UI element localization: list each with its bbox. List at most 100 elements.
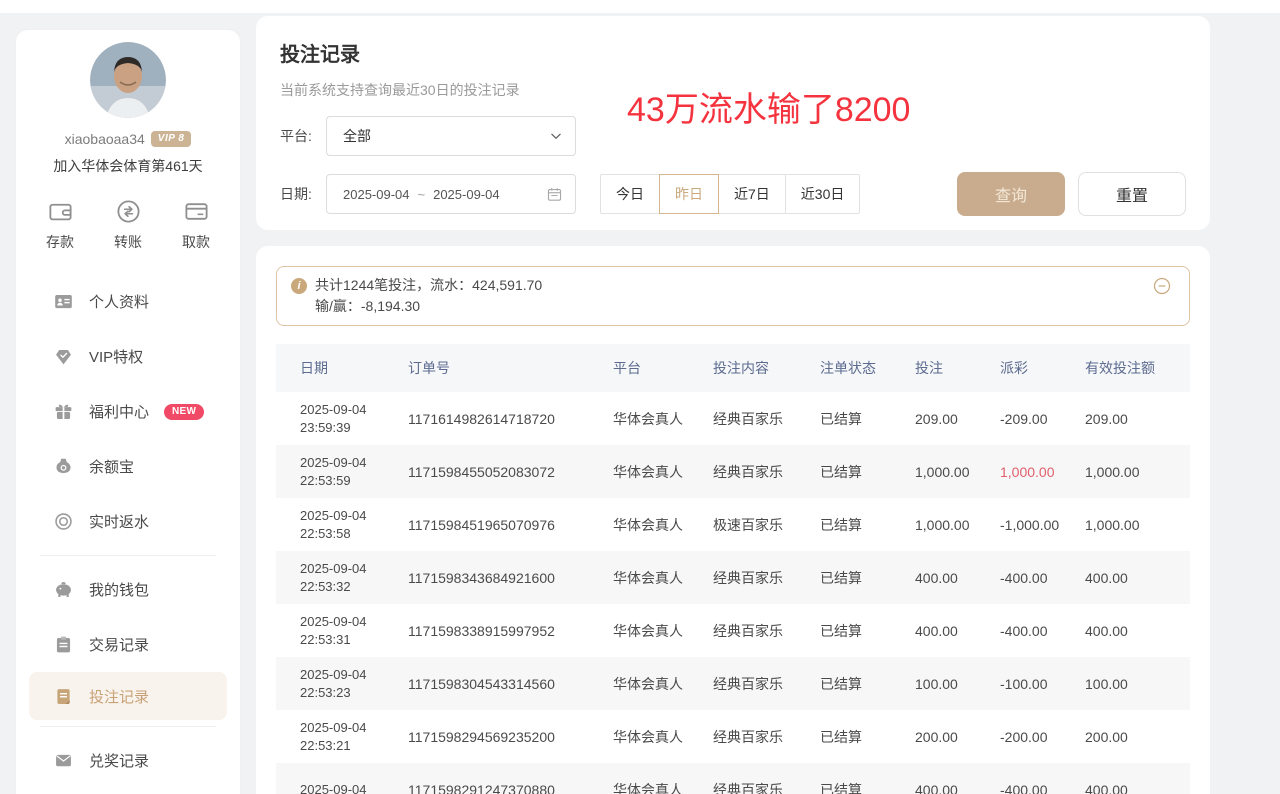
cell-valid-amount: 1,000.00 (1085, 517, 1188, 533)
cell-bet-content: 经典百家乐 (713, 674, 820, 694)
cell-order-number: 1171598304543314560 (408, 676, 613, 692)
range-yesterday-button[interactable]: 昨日 (659, 174, 719, 214)
col-header-platform: 平台 (613, 358, 713, 378)
sidebar: xiaobaoaa34 VIP 8 加入华体会体育第461天 存款 转账 (16, 30, 240, 794)
range-today-button[interactable]: 今日 (600, 174, 660, 214)
wallet-icon (47, 198, 74, 225)
table-row: 2025-09-04 1171598291247370880 华体会真人 经典百… (276, 763, 1190, 794)
cell-order-number: 1171598291247370880 (408, 782, 613, 794)
cell-bet-content: 经典百家乐 (713, 568, 820, 588)
clipboard-icon (53, 634, 74, 655)
cell-payout: 1,000.00 (1000, 464, 1085, 480)
sidebar-item-label: 交易记录 (89, 634, 149, 655)
sidebar-item-prize-records[interactable]: 兑奖记录 (16, 733, 240, 788)
range-7days-button[interactable]: 近7日 (718, 174, 786, 214)
sidebar-item-transactions[interactable]: 交易记录 (16, 617, 240, 672)
sidebar-item-benefits[interactable]: 福利中心 NEW (16, 384, 240, 439)
platform-label: 平台: (280, 126, 326, 146)
table-row: 2025-09-0422:53:32 1171598343684921600 华… (276, 551, 1190, 604)
cell-valid-amount: 209.00 (1085, 411, 1188, 427)
col-header-valid: 有效投注额 (1085, 358, 1188, 378)
cell-platform: 华体会真人 (613, 409, 713, 429)
menu-divider (40, 555, 216, 556)
sidebar-item-betting-records[interactable]: 投注记录 (29, 672, 227, 720)
transfer-label: 转账 (114, 232, 142, 252)
sidebar-item-yuebao[interactable]: 余额宝 (16, 439, 240, 494)
sidebar-item-profile[interactable]: 个人资料 (16, 274, 240, 329)
sidebar-item-label: 兑奖记录 (89, 750, 149, 771)
cell-payout: -209.00 (1000, 411, 1085, 427)
cell-status: 已结算 (820, 674, 915, 694)
id-card-icon (53, 291, 74, 312)
cell-bet-content: 经典百家乐 (713, 621, 820, 641)
sidebar-item-label: 福利中心 (89, 401, 149, 422)
col-header-date: 日期 (276, 358, 408, 378)
cell-status: 已结算 (820, 568, 915, 588)
cell-date: 2025-09-04 (276, 781, 408, 794)
cell-status: 已结算 (820, 780, 915, 794)
new-badge: NEW (164, 404, 204, 420)
sidebar-item-label: 投注记录 (89, 686, 149, 707)
range-30days-button[interactable]: 近30日 (785, 174, 861, 214)
cell-bet-amount: 400.00 (915, 623, 1000, 639)
gift-icon (53, 401, 74, 422)
cell-platform: 华体会真人 (613, 727, 713, 747)
cell-bet-content: 经典百家乐 (713, 409, 820, 429)
chevron-down-icon (549, 129, 563, 143)
sidebar-item-rebate[interactable]: 实时返水 (16, 494, 240, 549)
cell-payout: -200.00 (1000, 729, 1085, 745)
withdraw-button[interactable]: 取款 (182, 198, 210, 252)
cell-order-number: 1171598338915997952 (408, 623, 613, 639)
table-body: 2025-09-0423:59:39 1171614982614718720 华… (276, 392, 1190, 794)
reset-button[interactable]: 重置 (1078, 172, 1186, 216)
date-range-input[interactable]: 2025-09-04 ~ 2025-09-04 (326, 174, 576, 214)
cell-order-number: 1171598455052083072 (408, 464, 613, 480)
sidebar-item-label: 实时返水 (89, 511, 149, 532)
summary-total-line: 共计1244笔投注，流水：424,591.70 (315, 275, 542, 296)
table-header-row: 日期 订单号 平台 投注内容 注单状态 投注 派彩 有效投注额 (276, 344, 1190, 392)
table-row: 2025-09-0422:53:58 1171598451965070976 华… (276, 498, 1190, 551)
info-icon: i (291, 278, 307, 294)
cell-date: 2025-09-0422:53:32 (276, 560, 408, 596)
cell-platform: 华体会真人 (613, 462, 713, 482)
platform-selected-value: 全部 (343, 126, 549, 146)
col-header-status: 注单状态 (820, 358, 915, 378)
cell-order-number: 1171598294569235200 (408, 729, 613, 745)
search-button[interactable]: 查询 (957, 172, 1065, 216)
betting-records-page: xiaobaoaa34 VIP 8 加入华体会体育第461天 存款 转账 (0, 0, 1280, 794)
col-header-payout: 派彩 (1000, 358, 1085, 378)
collapse-minus-icon[interactable] (1153, 277, 1171, 295)
cell-order-number: 1171614982614718720 (408, 411, 613, 427)
deposit-button[interactable]: 存款 (46, 198, 74, 252)
sidebar-item-label: 余额宝 (89, 456, 134, 477)
platform-select[interactable]: 全部 (326, 116, 576, 156)
col-header-bet: 投注 (915, 358, 1000, 378)
top-navbar-edge (0, 0, 1280, 13)
cell-payout: -400.00 (1000, 623, 1085, 639)
quick-date-range-group: 今日 昨日 近7日 近30日 (600, 174, 860, 214)
cell-platform: 华体会真人 (613, 568, 713, 588)
cell-valid-amount: 400.00 (1085, 782, 1188, 794)
cell-date: 2025-09-0422:53:21 (276, 719, 408, 755)
cell-bet-content: 经典百家乐 (713, 462, 820, 482)
date-filter-row: 日期: 2025-09-04 ~ 2025-09-04 今日 昨日 近7日 近3… (280, 172, 1186, 216)
avatar[interactable] (90, 42, 166, 118)
menu-divider (40, 726, 216, 727)
cell-platform: 华体会真人 (613, 674, 713, 694)
cell-bet-amount: 1,000.00 (915, 517, 1000, 533)
cell-valid-amount: 200.00 (1085, 729, 1188, 745)
transfer-button[interactable]: 转账 (114, 198, 142, 252)
cell-status: 已结算 (820, 727, 915, 747)
sidebar-item-vip[interactable]: VIP特权 (16, 329, 240, 384)
cell-bet-amount: 400.00 (915, 782, 1000, 794)
cell-valid-amount: 400.00 (1085, 570, 1188, 586)
cell-status: 已结算 (820, 621, 915, 641)
cell-bet-amount: 100.00 (915, 676, 1000, 692)
records-table: 日期 订单号 平台 投注内容 注单状态 投注 派彩 有效投注额 2025-09-… (276, 344, 1190, 794)
sidebar-item-wallet[interactable]: 我的钱包 (16, 562, 240, 617)
quick-actions: 存款 转账 取款 (16, 198, 240, 252)
vip-gem-icon (53, 346, 74, 367)
cell-platform: 华体会真人 (613, 515, 713, 535)
cell-bet-content: 极速百家乐 (713, 515, 820, 535)
cell-order-number: 1171598451965070976 (408, 517, 613, 533)
